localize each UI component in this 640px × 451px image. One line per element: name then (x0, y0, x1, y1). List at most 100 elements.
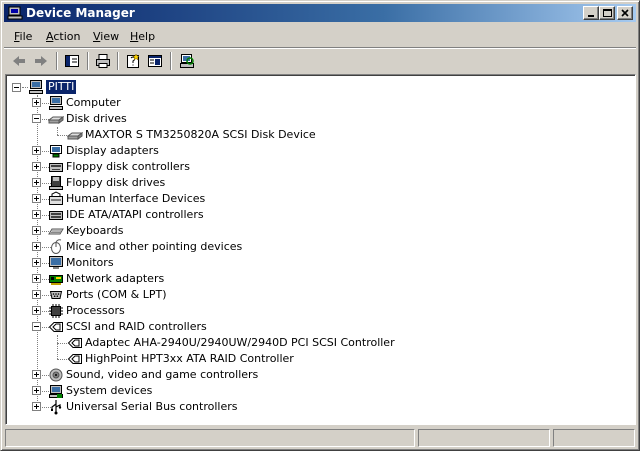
expander-collapse[interactable] (32, 114, 41, 123)
back-button[interactable] (8, 51, 30, 71)
expander-expand[interactable] (32, 370, 41, 379)
disk-drive-icon (47, 111, 65, 127)
minimize-button[interactable] (583, 6, 599, 20)
tree-item-label[interactable]: Universal Serial Bus controllers (64, 400, 239, 414)
properties-button[interactable] (122, 51, 144, 71)
maximize-button[interactable] (599, 6, 615, 20)
expander-expand[interactable] (32, 226, 41, 235)
ide-controller-icon (48, 207, 64, 223)
expander-expand[interactable] (32, 306, 41, 315)
expander-expand[interactable] (32, 274, 41, 283)
menu-help[interactable]: Help (126, 28, 159, 45)
tree-item-label[interactable]: Sound, video and game controllers (64, 368, 260, 382)
mouse-icon (48, 239, 64, 255)
tree-item-label[interactable]: System devices (64, 384, 154, 398)
print-icon (96, 54, 110, 68)
tree-connector (37, 95, 38, 407)
toolbar-separator (56, 52, 58, 70)
tree-item-label[interactable]: Mice and other pointing devices (64, 240, 244, 254)
toolbar (4, 49, 636, 73)
port-icon (48, 287, 64, 303)
tree-item-label[interactable]: Disk drives (64, 112, 129, 126)
device-tree[interactable]: PITTI Computer Disk drives MAXTOR S TM3250… (5, 74, 636, 425)
tree-item-label[interactable]: Floppy disk drives (64, 176, 167, 190)
tree-connector (57, 135, 67, 136)
tree-item-label[interactable]: SCSI and RAID controllers (64, 320, 209, 334)
usb-icon (48, 399, 64, 415)
close-icon (621, 9, 629, 17)
scan-hardware-button[interactable] (176, 51, 198, 71)
status-panel-2 (418, 429, 550, 447)
expander-collapse[interactable] (32, 322, 41, 331)
show-hide-console-tree-button[interactable] (61, 51, 83, 71)
title-bar[interactable]: Device Manager (4, 4, 636, 22)
tree-item-label[interactable]: Network adapters (64, 272, 166, 286)
expander-expand[interactable] (32, 178, 41, 187)
minimize-icon (588, 15, 594, 17)
tree-item-label[interactable]: Human Interface Devices (64, 192, 207, 206)
scsi-icon (67, 335, 83, 351)
help-button[interactable] (144, 51, 166, 71)
expander-expand[interactable] (32, 386, 41, 395)
close-button[interactable] (617, 6, 633, 20)
computer-icon (28, 79, 44, 95)
processor-icon (48, 303, 64, 319)
floppy-drive-icon (48, 175, 64, 191)
monitor-icon (48, 255, 64, 271)
display-adapter-icon (48, 143, 64, 159)
tree-child-label[interactable]: Adaptec AHA-2940U/2940UW/2940D PCI SCSI … (83, 336, 397, 350)
device-manager-icon (7, 5, 23, 21)
tree-root-label[interactable]: PITTI (44, 79, 78, 95)
print-button[interactable] (92, 51, 114, 71)
tree-item-label[interactable]: Ports (COM & LPT) (64, 288, 169, 302)
expander-expand[interactable] (32, 290, 41, 299)
toolbar-separator (170, 52, 172, 70)
expander-expand[interactable] (32, 194, 41, 203)
expander-root[interactable] (12, 83, 21, 92)
tree-item-label[interactable]: Computer (64, 96, 123, 110)
forward-icon (35, 56, 47, 66)
tree-connector (57, 335, 58, 359)
menu-view[interactable]: View (89, 28, 123, 45)
tree-connector (57, 343, 67, 344)
expander-expand[interactable] (32, 98, 41, 107)
forward-button[interactable] (30, 51, 52, 71)
tree-connector (57, 359, 67, 360)
tree-child-label[interactable]: MAXTOR S TM3250820A SCSI Disk Device (83, 128, 318, 142)
scan-hardware-icon (180, 54, 194, 68)
scsi-icon (67, 351, 83, 367)
menu-bar: File Action View Help (4, 26, 636, 46)
tree-item-label[interactable]: IDE ATA/ATAPI controllers (64, 208, 206, 222)
tree-item-label[interactable]: Monitors (64, 256, 116, 270)
toolbar-separator (117, 52, 119, 70)
tree-item-label[interactable]: Processors (64, 304, 127, 318)
menu-file[interactable]: File (10, 28, 36, 45)
help-icon (148, 55, 162, 67)
scsi-icon (48, 319, 64, 335)
disk-drive-icon (66, 127, 84, 143)
status-bar (4, 429, 636, 447)
tree-item-label[interactable]: Floppy disk controllers (64, 160, 192, 174)
system-device-icon (48, 383, 64, 399)
expander-expand[interactable] (32, 210, 41, 219)
floppy-controller-icon (48, 159, 64, 175)
back-icon (13, 56, 25, 66)
expander-expand[interactable] (32, 258, 41, 267)
network-adapter-icon (48, 271, 64, 287)
toolbar-separator (87, 52, 89, 70)
tree-item-label[interactable]: Display adapters (64, 144, 161, 158)
expander-expand[interactable] (32, 162, 41, 171)
properties-icon (127, 53, 140, 68)
hid-icon (48, 191, 64, 207)
maximize-icon (603, 9, 612, 17)
tree-connector (57, 127, 58, 135)
tree-child-label[interactable]: HighPoint HPT3xx ATA RAID Controller (83, 352, 296, 366)
keyboard-icon (48, 223, 64, 239)
tree-item-label[interactable]: Keyboards (64, 224, 125, 238)
expander-expand[interactable] (32, 402, 41, 411)
window-title: Device Manager (26, 6, 135, 20)
expander-expand[interactable] (32, 146, 41, 155)
expander-expand[interactable] (32, 242, 41, 251)
menu-action[interactable]: Action (42, 28, 84, 45)
show-hide-console-tree-icon (65, 55, 79, 67)
